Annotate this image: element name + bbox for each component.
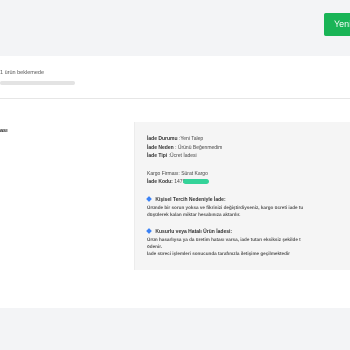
order-detail-page: Yeni 1 ürün beklemede ası İade Durumu :Y…	[0, 0, 350, 350]
order-progress-bar	[0, 81, 75, 85]
return-code-key: İade Kodu:	[147, 178, 173, 185]
diamond-bullet-icon	[146, 196, 152, 203]
return-code-highlight	[182, 178, 209, 184]
cargo-info: Kargo Firması: Sürat Kargo İade Kodu: 14…	[147, 170, 350, 186]
order-panel: 1 ürün beklemede ası İade Durumu :Yeni T…	[0, 56, 350, 308]
defective-note-line3: İade süreci işlemleri sonucunda tarafını…	[147, 250, 290, 256]
new-button[interactable]: Yeni	[324, 13, 350, 36]
return-type-key: İade Tipi	[147, 153, 168, 159]
return-status-key: İade Durumu	[147, 136, 178, 142]
top-bar: Yeni	[0, 0, 350, 52]
personal-return-note: Kişisel Tercih Nedeniyle İade: Üründe bi…	[146, 196, 350, 218]
defective-note-line1: Ürün hasarlıysa ya da üretim hatası vars…	[147, 236, 301, 242]
defective-note-line2: ödenir.	[147, 243, 163, 249]
return-reason-line: İade Neden : Ürünü Beğenmedim	[147, 144, 223, 151]
return-code-line: İade Kodu: 1479	[147, 178, 350, 186]
return-reason-value: Ürünü Beğenmedim	[177, 144, 223, 151]
personal-note-line1: Üründe bir sorun yoksa ve fikrinizi deği…	[147, 204, 304, 210]
section-divider	[0, 98, 350, 99]
cargo-company-value: Sürat Kargo	[181, 170, 208, 177]
return-type-value: Ücret İadesi	[169, 153, 197, 159]
return-reason-key: İade Neden	[147, 144, 174, 151]
order-status-text: 1 ürün beklemede	[0, 70, 45, 76]
defective-note-title: Kusurlu veya Hatalı Ürün İadesi:	[155, 228, 233, 235]
return-section-label: ası	[0, 128, 8, 134]
return-status-line: İade Durumu :Yeni Talep	[147, 136, 204, 142]
diamond-bullet-icon	[146, 228, 152, 235]
defective-return-note: Kusurlu veya Hatalı Ürün İadesi: Ürün ha…	[146, 228, 350, 257]
return-type-line: İade Tipi :Ücret İadesi	[147, 153, 197, 159]
return-status-value: Yeni Talep	[180, 136, 204, 142]
cargo-company-key: Kargo Firması:	[147, 170, 180, 177]
order-status-row: 1 ürün beklemede	[0, 56, 350, 92]
personal-note-title: Kişisel Tercih Nedeniyle İade:	[155, 196, 226, 203]
cargo-company-line: Kargo Firması: Sürat Kargo	[147, 170, 350, 178]
personal-note-line2: düşülerek kalan miktar hesabınıza aktarı…	[147, 211, 241, 217]
return-detail-box: İade Durumu :Yeni Talep İade Neden : Ürü…	[134, 122, 350, 270]
